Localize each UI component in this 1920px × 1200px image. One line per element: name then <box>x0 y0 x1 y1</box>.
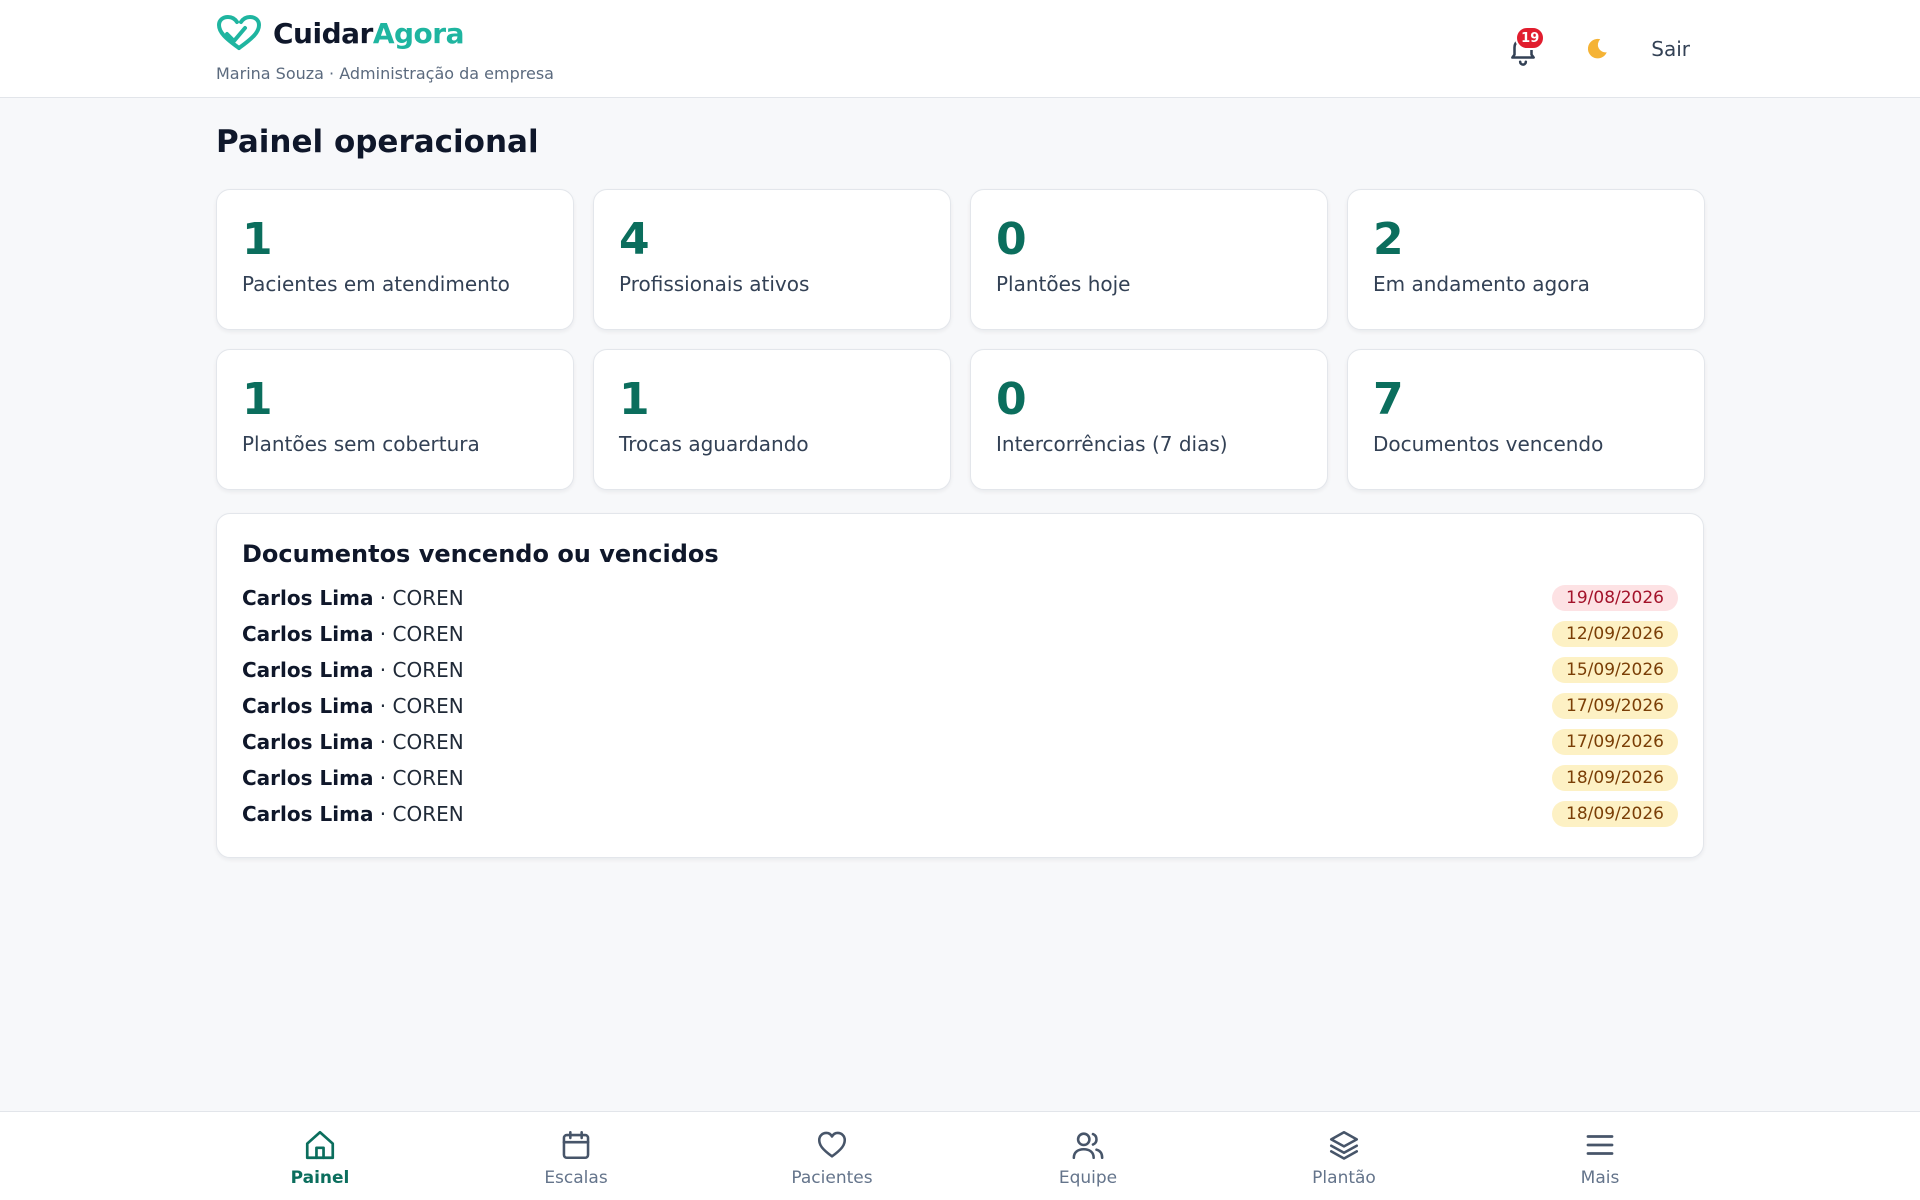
logout-button[interactable]: Sair <box>1651 37 1690 61</box>
moon-icon <box>1588 38 1608 59</box>
user-role-line: Marina Souza · Administração da empresa <box>216 64 554 83</box>
stat-label: Plantões sem cobertura <box>242 432 480 456</box>
document-row[interactable]: Carlos Lima · COREN 18/09/2026 <box>242 796 1678 832</box>
document-row[interactable]: Carlos Lima · COREN 15/09/2026 <box>242 652 1678 688</box>
users-icon <box>1072 1132 1104 1160</box>
professional-name: Carlos Lima <box>242 586 374 610</box>
section-title: Documentos vencendo ou vencidos <box>242 540 719 568</box>
layers-icon <box>1329 1130 1359 1160</box>
stat-value: 0 <box>996 374 1027 425</box>
home-icon <box>305 1130 335 1160</box>
theme-toggle[interactable] <box>1577 29 1617 69</box>
stat-value: 1 <box>242 214 273 265</box>
stat-card-in-progress[interactable]: 2 Em andamento agora <box>1347 189 1705 330</box>
document-row[interactable]: Carlos Lima · COREN 17/09/2026 <box>242 724 1678 760</box>
app-header: CuidarAgora Marina Souza · Administração… <box>0 0 1920 98</box>
document-row[interactable]: Carlos Lima · COREN 18/09/2026 <box>242 760 1678 796</box>
brand-name: CuidarAgora <box>273 17 464 50</box>
professional-name: Carlos Lima <box>242 658 374 682</box>
stats-grid: 1 Pacientes em atendimento 4 Profissiona… <box>216 189 1705 490</box>
stat-card-professionals[interactable]: 4 Profissionais ativos <box>593 189 951 330</box>
expiry-date-badge: 17/09/2026 <box>1552 693 1678 719</box>
document-type: · COREN <box>373 766 464 790</box>
expiry-date-badge: 18/09/2026 <box>1552 801 1678 827</box>
professional-name: Carlos Lima <box>242 622 374 646</box>
expiry-date-badge: 18/09/2026 <box>1552 765 1678 791</box>
document-type: · COREN <box>373 694 464 718</box>
nav-item-plantao[interactable]: Plantão <box>1284 1128 1404 1188</box>
nav-item-mais[interactable]: Mais <box>1540 1128 1660 1188</box>
stat-value: 1 <box>242 374 273 425</box>
nav-label: Escalas <box>544 1168 608 1188</box>
nav-item-escalas[interactable]: Escalas <box>516 1128 636 1188</box>
brand-name-part2: Agora <box>372 16 465 50</box>
page-title: Painel operacional <box>216 124 539 160</box>
professional-name: Carlos Lima <box>242 694 374 718</box>
stat-card-expiring-documents[interactable]: 7 Documentos vencendo <box>1347 349 1705 490</box>
heart-stethoscope-logo-icon <box>216 14 262 50</box>
document-row[interactable]: Carlos Lima · COREN 19/08/2026 <box>242 580 1678 616</box>
document-type: · COREN <box>373 730 464 754</box>
brand-name-part1: Cuidar <box>273 16 373 50</box>
calendar-icon <box>562 1130 590 1160</box>
document-type: · COREN <box>373 802 464 826</box>
stat-label: Plantões hoje <box>996 272 1131 296</box>
heart-icon <box>817 1131 847 1158</box>
stat-label: Trocas aguardando <box>619 432 809 456</box>
nav-item-equipe[interactable]: Equipe <box>1028 1128 1148 1188</box>
brand[interactable]: CuidarAgora <box>215 14 464 52</box>
stat-card-pending-swaps[interactable]: 1 Trocas aguardando <box>593 349 951 490</box>
expiry-date-badge: 12/09/2026 <box>1552 621 1678 647</box>
document-type: · COREN <box>373 586 464 610</box>
stat-label: Pacientes em atendimento <box>242 272 510 296</box>
stat-label: Profissionais ativos <box>619 272 810 296</box>
stat-value: 0 <box>996 214 1027 265</box>
expiry-date-badge: 17/09/2026 <box>1552 729 1678 755</box>
stat-card-incidents[interactable]: 0 Intercorrências (7 dias) <box>970 349 1328 490</box>
expiry-date-badge: 19/08/2026 <box>1552 585 1678 611</box>
documents-list: Carlos Lima · COREN 19/08/2026 Carlos Li… <box>242 580 1678 832</box>
stat-label: Intercorrências (7 dias) <box>996 432 1228 456</box>
stat-value: 4 <box>619 214 650 265</box>
nav-item-painel[interactable]: Painel <box>260 1128 380 1188</box>
professional-name: Carlos Lima <box>242 802 374 826</box>
professional-name: Carlos Lima <box>242 766 374 790</box>
nav-label: Painel <box>290 1168 350 1188</box>
menu-icon <box>1586 1135 1614 1155</box>
stat-label: Documentos vencendo <box>1373 432 1604 456</box>
expiry-date-badge: 15/09/2026 <box>1552 657 1678 683</box>
stat-value: 7 <box>1373 374 1404 425</box>
stat-label: Em andamento agora <box>1373 272 1590 296</box>
notifications-button[interactable]: 19 <box>1499 26 1547 72</box>
nav-label: Mais <box>1580 1168 1620 1188</box>
nav-label: Equipe <box>1058 1168 1118 1188</box>
document-row[interactable]: Carlos Lima · COREN 12/09/2026 <box>242 616 1678 652</box>
document-type: · COREN <box>373 622 464 646</box>
document-row[interactable]: Carlos Lima · COREN 17/09/2026 <box>242 688 1678 724</box>
nav-label: Pacientes <box>791 1168 873 1188</box>
document-type: · COREN <box>373 658 464 682</box>
bottom-navigation: Painel Escalas Pacientes Equipe Plantão <box>0 1111 1920 1200</box>
expiring-documents-card: Documentos vencendo ou vencidos Carlos L… <box>216 513 1704 858</box>
stat-value: 2 <box>1373 214 1404 265</box>
notification-count-badge: 19 <box>1515 26 1546 50</box>
nav-item-pacientes[interactable]: Pacientes <box>772 1128 892 1188</box>
stat-card-uncovered-shifts[interactable]: 1 Plantões sem cobertura <box>216 349 574 490</box>
stat-card-shifts-today[interactable]: 0 Plantões hoje <box>970 189 1328 330</box>
nav-label: Plantão <box>1312 1168 1376 1188</box>
stat-value: 1 <box>619 374 650 425</box>
professional-name: Carlos Lima <box>242 730 374 754</box>
header-actions: 19 Sair <box>1499 26 1690 72</box>
stat-card-patients[interactable]: 1 Pacientes em atendimento <box>216 189 574 330</box>
